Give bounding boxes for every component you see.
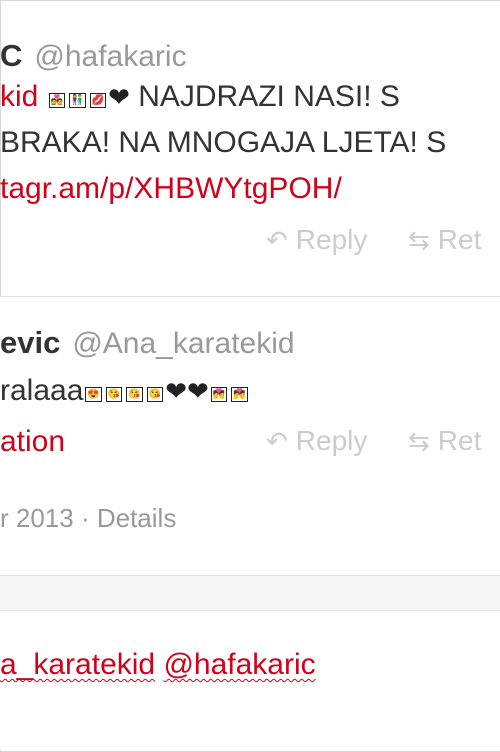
emoji-glyph-box: 💏 [231, 387, 248, 402]
emoji-glyph-box: 😘 [105, 387, 123, 402]
reply-label: Reply [295, 425, 368, 456]
tweet-2-author-name[interactable]: evic [0, 325, 60, 360]
tweet-2[interactable]: evic @Ana_karatekid ralaaa 😍 😘 😘 😘 ❤❤ 💏 💏 ation … [0, 297, 500, 576]
tweet-2-author-handle[interactable]: @Ana_karatekid [72, 327, 294, 360]
retweet-label: Ret [437, 224, 482, 255]
retweet-label: Ret [437, 425, 482, 456]
emoji-glyph-box: 💑 [48, 93, 66, 108]
section-divider [0, 576, 500, 611]
reply-mention-2: @hafakaric [163, 648, 316, 681]
timeline-card: C @hafakaric kid 💑 👫 💋 ❤ NAJDRAZI NASI! S BR… [0, 0, 500, 752]
tweet-2-date: r 2013 [0, 503, 74, 533]
tweet-2-retweet-button[interactable]: ⇆ Ret [408, 425, 481, 457]
tweet-1-text-line-1: kid 💑 👫 💋 ❤ NAJDRAZI NASI! S [0, 80, 400, 114]
tweet-1-text: NAJDRAZI NASI! S [129, 80, 400, 113]
tweet-2-text: ralaaa [0, 374, 84, 407]
emoji-glyph-box: 💏 [210, 387, 228, 402]
heart-icon: ❤ [108, 82, 130, 112]
reply-arrow-icon: ↶ [266, 426, 288, 456]
reply-mention-1: a_karatekid [0, 648, 156, 681]
tweet-2-header: evic @Ana_karatekid [0, 325, 295, 361]
heart-icon: ❤❤ [165, 376, 209, 406]
tweet-1-header: C @hafakaric [0, 38, 187, 74]
tweet-1-retweet-button[interactable]: ⇆ Ret [408, 224, 481, 256]
tweet-2-details-link[interactable]: Details [97, 503, 176, 533]
retweet-icon: ⇆ [408, 225, 430, 255]
retweet-icon: ⇆ [408, 426, 430, 456]
tweet-1[interactable]: C @hafakaric kid 💑 👫 💋 ❤ NAJDRAZI NASI! S BR… [0, 0, 500, 297]
emoji-glyph-box: 😘 [126, 387, 143, 402]
tweet-2-reply-button[interactable]: ↶ Reply [266, 425, 367, 457]
emoji-glyph-box: 💋 [89, 93, 107, 108]
emoji-glyph-box: 👫 [69, 93, 86, 108]
tweet-2-text-line: ralaaa 😍 😘 😘 😘 ❤❤ 💏 💏 [0, 374, 250, 408]
emoji-glyph-box: 😘 [146, 387, 164, 402]
tweet-1-reply-button[interactable]: ↶ Reply [266, 224, 367, 256]
tweet-1-author-handle[interactable]: @hafakaric [34, 40, 186, 73]
meta-separator: · [73, 503, 97, 533]
reply-label: Reply [295, 224, 368, 255]
reply-arrow-icon: ↶ [266, 225, 288, 255]
tweet-1-mention-link[interactable]: kid [0, 80, 38, 113]
reply-input[interactable]: a_karatekid @hafakaric [0, 648, 316, 682]
tweet-2-location-link[interactable]: ation [0, 425, 65, 459]
emoji-glyph-box: 😍 [85, 387, 102, 402]
tweet-2-meta: r 2013 · Details [0, 503, 176, 534]
tweet-1-text-line-2: BRAKA! NA MNOGAJA LJETA! S [0, 126, 447, 159]
tweet-1-instagram-link[interactable]: tagr.am/p/XHBWYtgPOH/ [0, 172, 342, 206]
tweet-1-author-name[interactable]: C [0, 38, 22, 73]
